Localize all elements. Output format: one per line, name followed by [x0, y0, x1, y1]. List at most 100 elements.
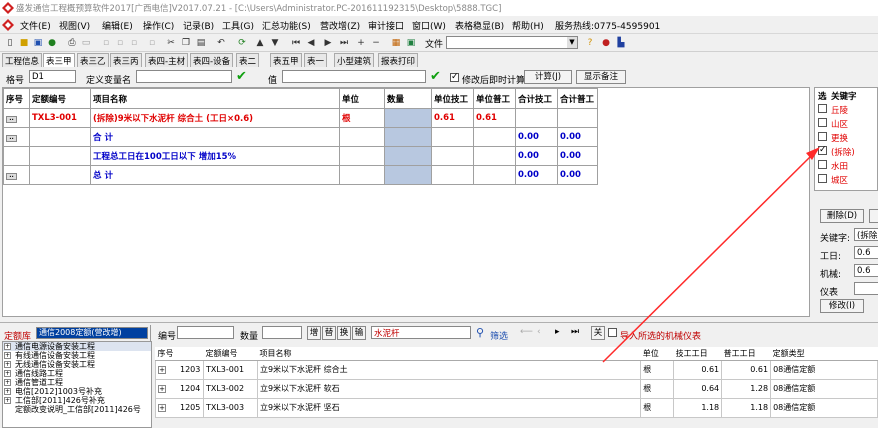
tree-item[interactable]: + 通信电源设备安装工程	[3, 342, 151, 351]
expand-icon[interactable]: +	[4, 397, 11, 404]
tab-table4-materials[interactable]: 表四-主材	[145, 53, 189, 67]
exit-icon[interactable]: ▙	[615, 37, 627, 49]
lib-cell-no[interactable]: +1205	[155, 397, 204, 418]
col-header-qty[interactable]: 数量	[384, 88, 432, 109]
save-disk-icon[interactable]: ▣	[405, 37, 417, 49]
tab-table4-equipment[interactable]: 表四-设备	[190, 53, 234, 67]
menu-audit[interactable]: 审计接口	[368, 19, 404, 32]
prev-result-icon[interactable]: ⟵	[520, 327, 533, 337]
expand-icon[interactable]: +	[4, 370, 11, 377]
col-header-name[interactable]: 项目名称	[90, 88, 340, 109]
unit-general-cell[interactable]	[473, 165, 516, 185]
refresh-icon[interactable]: ●	[46, 37, 58, 49]
open-folder-icon[interactable]: ■	[18, 37, 30, 49]
lib-cell-type[interactable]: 08通信定额	[770, 397, 878, 418]
expand-icon[interactable]: +	[4, 361, 11, 368]
keyword-checkbox[interactable]	[818, 104, 827, 113]
lib-cell-name[interactable]: 立9米以下水泥杆 坚石	[256, 397, 642, 418]
tree-item[interactable]: + 有线通信设备安装工程	[3, 351, 151, 360]
cut-icon[interactable]: ✂	[165, 37, 177, 49]
keyword-input[interactable]	[854, 228, 878, 241]
menu-view[interactable]: 视图(V)	[59, 19, 90, 32]
row-no-cell[interactable]: ..	[3, 127, 30, 147]
table-row[interactable]: .. TXL3-001 (拆除)9米以下水泥杆 综合土 (工日×0.6) 根 0.61 0…	[3, 108, 598, 128]
row-select-button[interactable]: ..	[6, 135, 17, 142]
unit-general-cell[interactable]	[473, 146, 516, 166]
expand-icon[interactable]: +	[158, 385, 166, 393]
col-header-unit-tech[interactable]: 单位技工	[431, 88, 474, 109]
file-select[interactable]: ▼	[446, 36, 578, 49]
show-note-button[interactable]: 显示备注	[576, 70, 626, 84]
labor-factor-input[interactable]	[854, 246, 878, 259]
lib-table-row[interactable]: +1205 TXL3-003 立9米以下水泥杆 坚石根 1.18 1.18 08通信定额	[155, 397, 878, 418]
next-record-icon[interactable]: ▶	[322, 37, 334, 49]
unit-tech-cell[interactable]: 0.61	[431, 108, 474, 128]
copy-icon[interactable]: ❐	[180, 37, 192, 49]
prev-arrow-icon[interactable]: ‹	[537, 327, 541, 337]
move-down-icon[interactable]: ▼	[269, 37, 281, 49]
menu-summary[interactable]: 汇总功能(S)	[262, 19, 311, 32]
cell-ref-input[interactable]	[29, 70, 76, 83]
prev-record-icon[interactable]: ◀	[305, 37, 317, 49]
expand-icon[interactable]: +	[158, 366, 166, 374]
menu-table-display[interactable]: 表格稳显(B)	[455, 19, 504, 32]
help-icon[interactable]: ?	[584, 37, 596, 49]
unit-general-cell[interactable]	[473, 127, 516, 147]
modify-keyword-button[interactable]: 修改(I)	[820, 299, 864, 313]
insert-button[interactable]: 输	[352, 326, 366, 340]
swap-button[interactable]: 换	[337, 326, 351, 340]
filter-label[interactable]: 筛选	[490, 329, 508, 342]
lib-cell-code[interactable]: TXL3-002	[202, 378, 258, 399]
calculator-icon[interactable]: ▦	[390, 37, 402, 49]
code-cell[interactable]	[29, 146, 91, 166]
last-result-icon[interactable]: ⏭	[571, 327, 579, 337]
last-record-icon[interactable]: ⏭	[338, 37, 350, 49]
total-tech-cell[interactable]: 0.00	[515, 146, 558, 166]
lib-col-unit[interactable]: 单位	[640, 347, 674, 361]
col-header-unit[interactable]: 单位	[339, 88, 385, 109]
tree-item[interactable]: + 通信线路工程	[3, 369, 151, 378]
tab-table3b[interactable]: 表三乙	[77, 53, 109, 67]
library-select[interactable]: 通信2008定额(营改增)	[36, 327, 148, 339]
name-cell[interactable]: 工程总工日在100工日以下 增加15%	[90, 146, 340, 166]
play-icon[interactable]: ▸	[555, 327, 560, 337]
lib-cell-name[interactable]: 立9米以下水泥杆 软石	[256, 378, 642, 399]
keyword-item-label[interactable]: 山区	[831, 118, 848, 130]
keyword-checkbox[interactable]	[818, 160, 827, 169]
app-menu-icon[interactable]	[2, 19, 14, 31]
code-cell[interactable]	[29, 165, 91, 185]
expand-icon[interactable]: +	[158, 404, 166, 412]
code-input[interactable]	[177, 326, 234, 339]
col-header-unit-general[interactable]: 单位普工	[473, 88, 516, 109]
menu-record[interactable]: 记录(B)	[183, 19, 214, 32]
print-icon[interactable]: ⎙	[66, 37, 78, 49]
delete-record-icon[interactable]: −	[370, 37, 382, 49]
tab-report-print[interactable]: 报表打印	[378, 53, 419, 67]
name-cell[interactable]: 总 计	[90, 165, 340, 185]
qty-cell[interactable]	[384, 165, 432, 185]
expand-icon[interactable]: +	[4, 343, 11, 350]
lib-cell-tech[interactable]: 0.61	[673, 359, 723, 380]
lib-cell-code[interactable]: TXL3-003	[202, 397, 258, 418]
lib-cell-unit[interactable]: 根	[640, 359, 675, 380]
qty-input[interactable]	[262, 326, 302, 339]
lib-cell-gen[interactable]: 1.28	[721, 378, 772, 399]
unit-cell[interactable]	[339, 146, 385, 166]
unit-tech-cell[interactable]	[431, 165, 474, 185]
auto-calc-checkbox[interactable]: ✓	[450, 72, 459, 82]
expand-icon[interactable]: +	[4, 388, 11, 395]
lib-col-tech[interactable]: 技工工日	[673, 347, 722, 361]
import-machine-checkbox[interactable]	[608, 328, 617, 337]
col-header-code[interactable]: 定额编号	[29, 88, 91, 109]
paste-icon[interactable]: ▤	[195, 37, 207, 49]
lib-col-type[interactable]: 定额类型	[770, 347, 878, 361]
keyword-item-label[interactable]: (拆除)	[831, 146, 855, 158]
col-header-total-tech[interactable]: 合计技工	[515, 88, 558, 109]
total-tech-cell[interactable]	[515, 108, 558, 128]
tree-item[interactable]: 定额改变说明_工信部[2011]426号	[3, 405, 151, 414]
keyword-checkbox[interactable]	[818, 174, 827, 183]
lib-cell-no[interactable]: +1204	[155, 378, 204, 399]
unit-cell[interactable]	[339, 165, 385, 185]
variable-name-input[interactable]	[136, 70, 232, 83]
menu-edit[interactable]: 编辑(E)	[102, 19, 133, 32]
